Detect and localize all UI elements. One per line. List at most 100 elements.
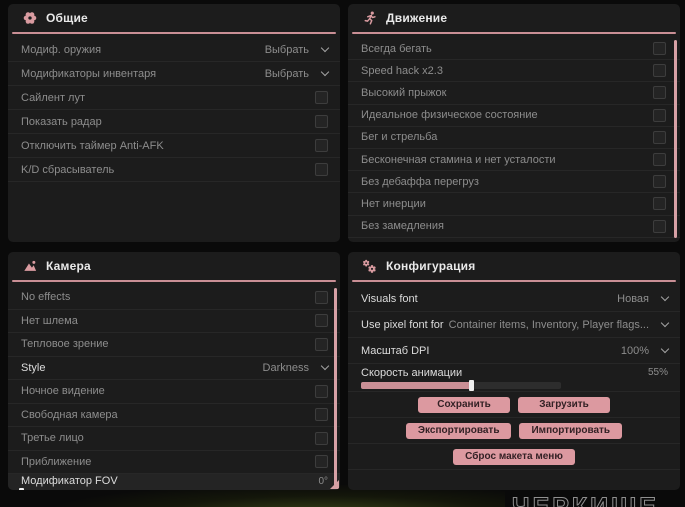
rows-list: Модиф. оружия Выбрать Модификаторы инвента… (8, 34, 340, 182)
panel-config-header[interactable]: Конфигурация (348, 252, 680, 280)
action-buttons: Сохранить Загрузить Экспортировать Импортир… (348, 392, 680, 470)
image-icon (22, 259, 37, 274)
rows-list: Всегда бегать Speed hack x2.3 Высокий прыж… (348, 34, 680, 238)
checkbox[interactable] (653, 130, 666, 144)
rows-list: Visuals font Новая Use pixel font for Conta… (348, 282, 680, 392)
row-label: Без дебаффа перегруз (361, 175, 479, 188)
settings-row: Идеальное физическое состояние (348, 105, 680, 127)
checkbox[interactable] (315, 431, 328, 445)
row-label: Показать радар (21, 115, 102, 128)
checkbox[interactable] (315, 139, 328, 152)
settings-row: Без дебаффа перегруз (348, 171, 680, 194)
action-button[interactable]: Сохранить (418, 396, 510, 413)
dropdown-value: Выбрать (264, 43, 309, 56)
checkbox[interactable] (315, 408, 328, 422)
panel-movement-header[interactable]: Движение (348, 4, 680, 32)
checkbox[interactable] (653, 219, 666, 233)
row-label: Всегда бегать (361, 42, 432, 55)
gears-icon (362, 259, 377, 274)
rows-list: No effects Нет шлема Тепловое зрение Style D… (8, 282, 340, 490)
action-button[interactable]: Экспортировать (405, 422, 512, 439)
chevron-down-icon (320, 362, 330, 371)
checkbox[interactable] (315, 163, 328, 176)
checkbox[interactable] (653, 42, 666, 56)
row-label: Нет инерции (361, 197, 426, 210)
checkbox[interactable] (653, 153, 666, 167)
resize-grip[interactable] (330, 480, 339, 489)
checkbox[interactable] (315, 115, 328, 128)
row-label: Без замедления (361, 220, 444, 233)
checkbox[interactable] (315, 290, 328, 304)
row-label: Бег и стрельба (361, 131, 438, 144)
action-button[interactable]: Импортировать (519, 422, 623, 439)
slider-handle[interactable] (469, 379, 474, 391)
dropdown-value: Выбрать (264, 67, 309, 80)
settings-row: Высокий прыжок (348, 82, 680, 105)
panel-title: Общие (46, 11, 88, 25)
settings-row: Отключить таймер Anti-AFK (8, 134, 340, 158)
checkbox[interactable] (653, 197, 666, 211)
settings-row: Тепловое зрение (8, 333, 340, 357)
row-label: Высокий прыжок (361, 86, 447, 99)
dropdown[interactable]: Выбрать (264, 67, 330, 80)
button-row: Сохранить Загрузить (348, 392, 680, 418)
settings-row: Модификатор FOV 0° (8, 474, 340, 490)
row-label: Модиф. оружия (21, 43, 102, 56)
checkbox[interactable] (315, 91, 328, 104)
button-row: Экспортировать Импортировать (348, 418, 680, 444)
panel-title: Конфигурация (386, 259, 476, 273)
checkbox[interactable] (653, 64, 666, 78)
checkbox[interactable] (315, 384, 328, 398)
row-label: Скорость анимации (361, 366, 463, 379)
slider-value: 55% (647, 367, 668, 378)
action-button[interactable]: Загрузить (518, 396, 610, 413)
row-label: Speed hack x2.3 (361, 64, 443, 77)
settings-row: Масштаб DPI 100% (348, 338, 680, 364)
dropdown[interactable]: Container items, Inventory, Player flags… (448, 318, 670, 331)
checkbox[interactable] (315, 337, 328, 351)
settings-row: Бег и стрельба (348, 127, 680, 149)
settings-row: Модификаторы инвентаря Выбрать (8, 62, 340, 86)
chevron-down-icon (320, 43, 330, 53)
panel-general-header[interactable]: Общие (8, 4, 340, 32)
settings-row: No effects (8, 286, 340, 310)
slider-value: 0° (318, 475, 328, 487)
row-label: Сайлент лут (21, 91, 85, 104)
dropdown-value: Новая (617, 292, 649, 305)
checkbox[interactable] (653, 86, 666, 100)
row-label: Приближение (21, 455, 92, 468)
dropdown-value: Darkness (262, 361, 309, 374)
settings-row: Без замедления (348, 216, 680, 238)
checkbox[interactable] (315, 455, 328, 469)
panel-title: Движение (386, 11, 448, 25)
dropdown[interactable]: Новая (617, 292, 670, 305)
chevron-down-icon (660, 292, 670, 302)
settings-row: Нет инерции (348, 193, 680, 216)
row-label: K/D сбрасыватель (21, 163, 115, 176)
slider-handle[interactable] (19, 488, 24, 490)
slider-fill (361, 381, 471, 389)
row-label: Модификаторы инвентаря (21, 67, 157, 80)
runner-icon (362, 11, 377, 26)
action-button[interactable]: Сброс макета меню (453, 448, 575, 465)
panel-camera: Камера No effects Нет шлема Тепловое зрени… (8, 252, 340, 490)
scrollbar[interactable] (674, 40, 677, 238)
dropdown[interactable]: Darkness (262, 361, 330, 374)
panel-camera-header[interactable]: Камера (8, 252, 340, 280)
panel-config: Конфигурация Visuals font Новая Use pixel … (348, 252, 680, 490)
settings-row: Третье лицо (8, 427, 340, 451)
settings-row: Бесконечная стамина и нет усталости (348, 149, 680, 172)
dropdown-value: Container items, Inventory, Player flags… (448, 318, 649, 331)
row-label: Visuals font (361, 292, 418, 305)
dropdown[interactable]: 100% (621, 345, 670, 357)
watermark-text: ЧЕРКИШЕ (512, 493, 659, 507)
row-label: No effects (21, 291, 71, 304)
row-label: Нет шлема (21, 314, 78, 327)
row-label: Ночное видение (21, 385, 105, 398)
checkbox[interactable] (653, 108, 666, 122)
slider-track[interactable] (361, 379, 561, 391)
checkbox[interactable] (315, 314, 328, 328)
checkbox[interactable] (653, 175, 666, 189)
dropdown[interactable]: Выбрать (264, 43, 330, 56)
scrollbar[interactable] (334, 288, 337, 486)
